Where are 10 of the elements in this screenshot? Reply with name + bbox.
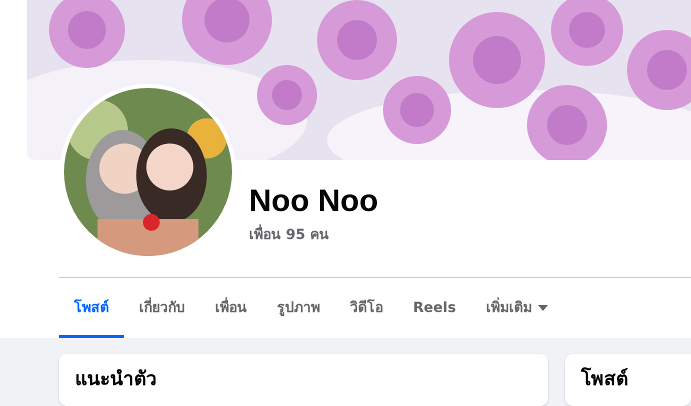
profile-name: Noo Noo: [249, 182, 378, 220]
profile-tab[interactable]: วิดีโอ: [335, 278, 398, 338]
profile-tab[interactable]: รูปภาพ: [262, 278, 335, 338]
friend-count: เพื่อน 95 คน: [249, 226, 330, 244]
section-title: แนะนำตัว: [75, 368, 158, 391]
section-title: โพสต์: [581, 368, 629, 391]
profile-tab[interactable]: เพื่อน: [200, 278, 262, 338]
profile-tab[interactable]: เพิ่มเติม: [470, 278, 563, 338]
profile-tab[interactable]: Reels: [398, 278, 471, 338]
profile-tab[interactable]: เกี่ยวกับ: [124, 278, 200, 338]
